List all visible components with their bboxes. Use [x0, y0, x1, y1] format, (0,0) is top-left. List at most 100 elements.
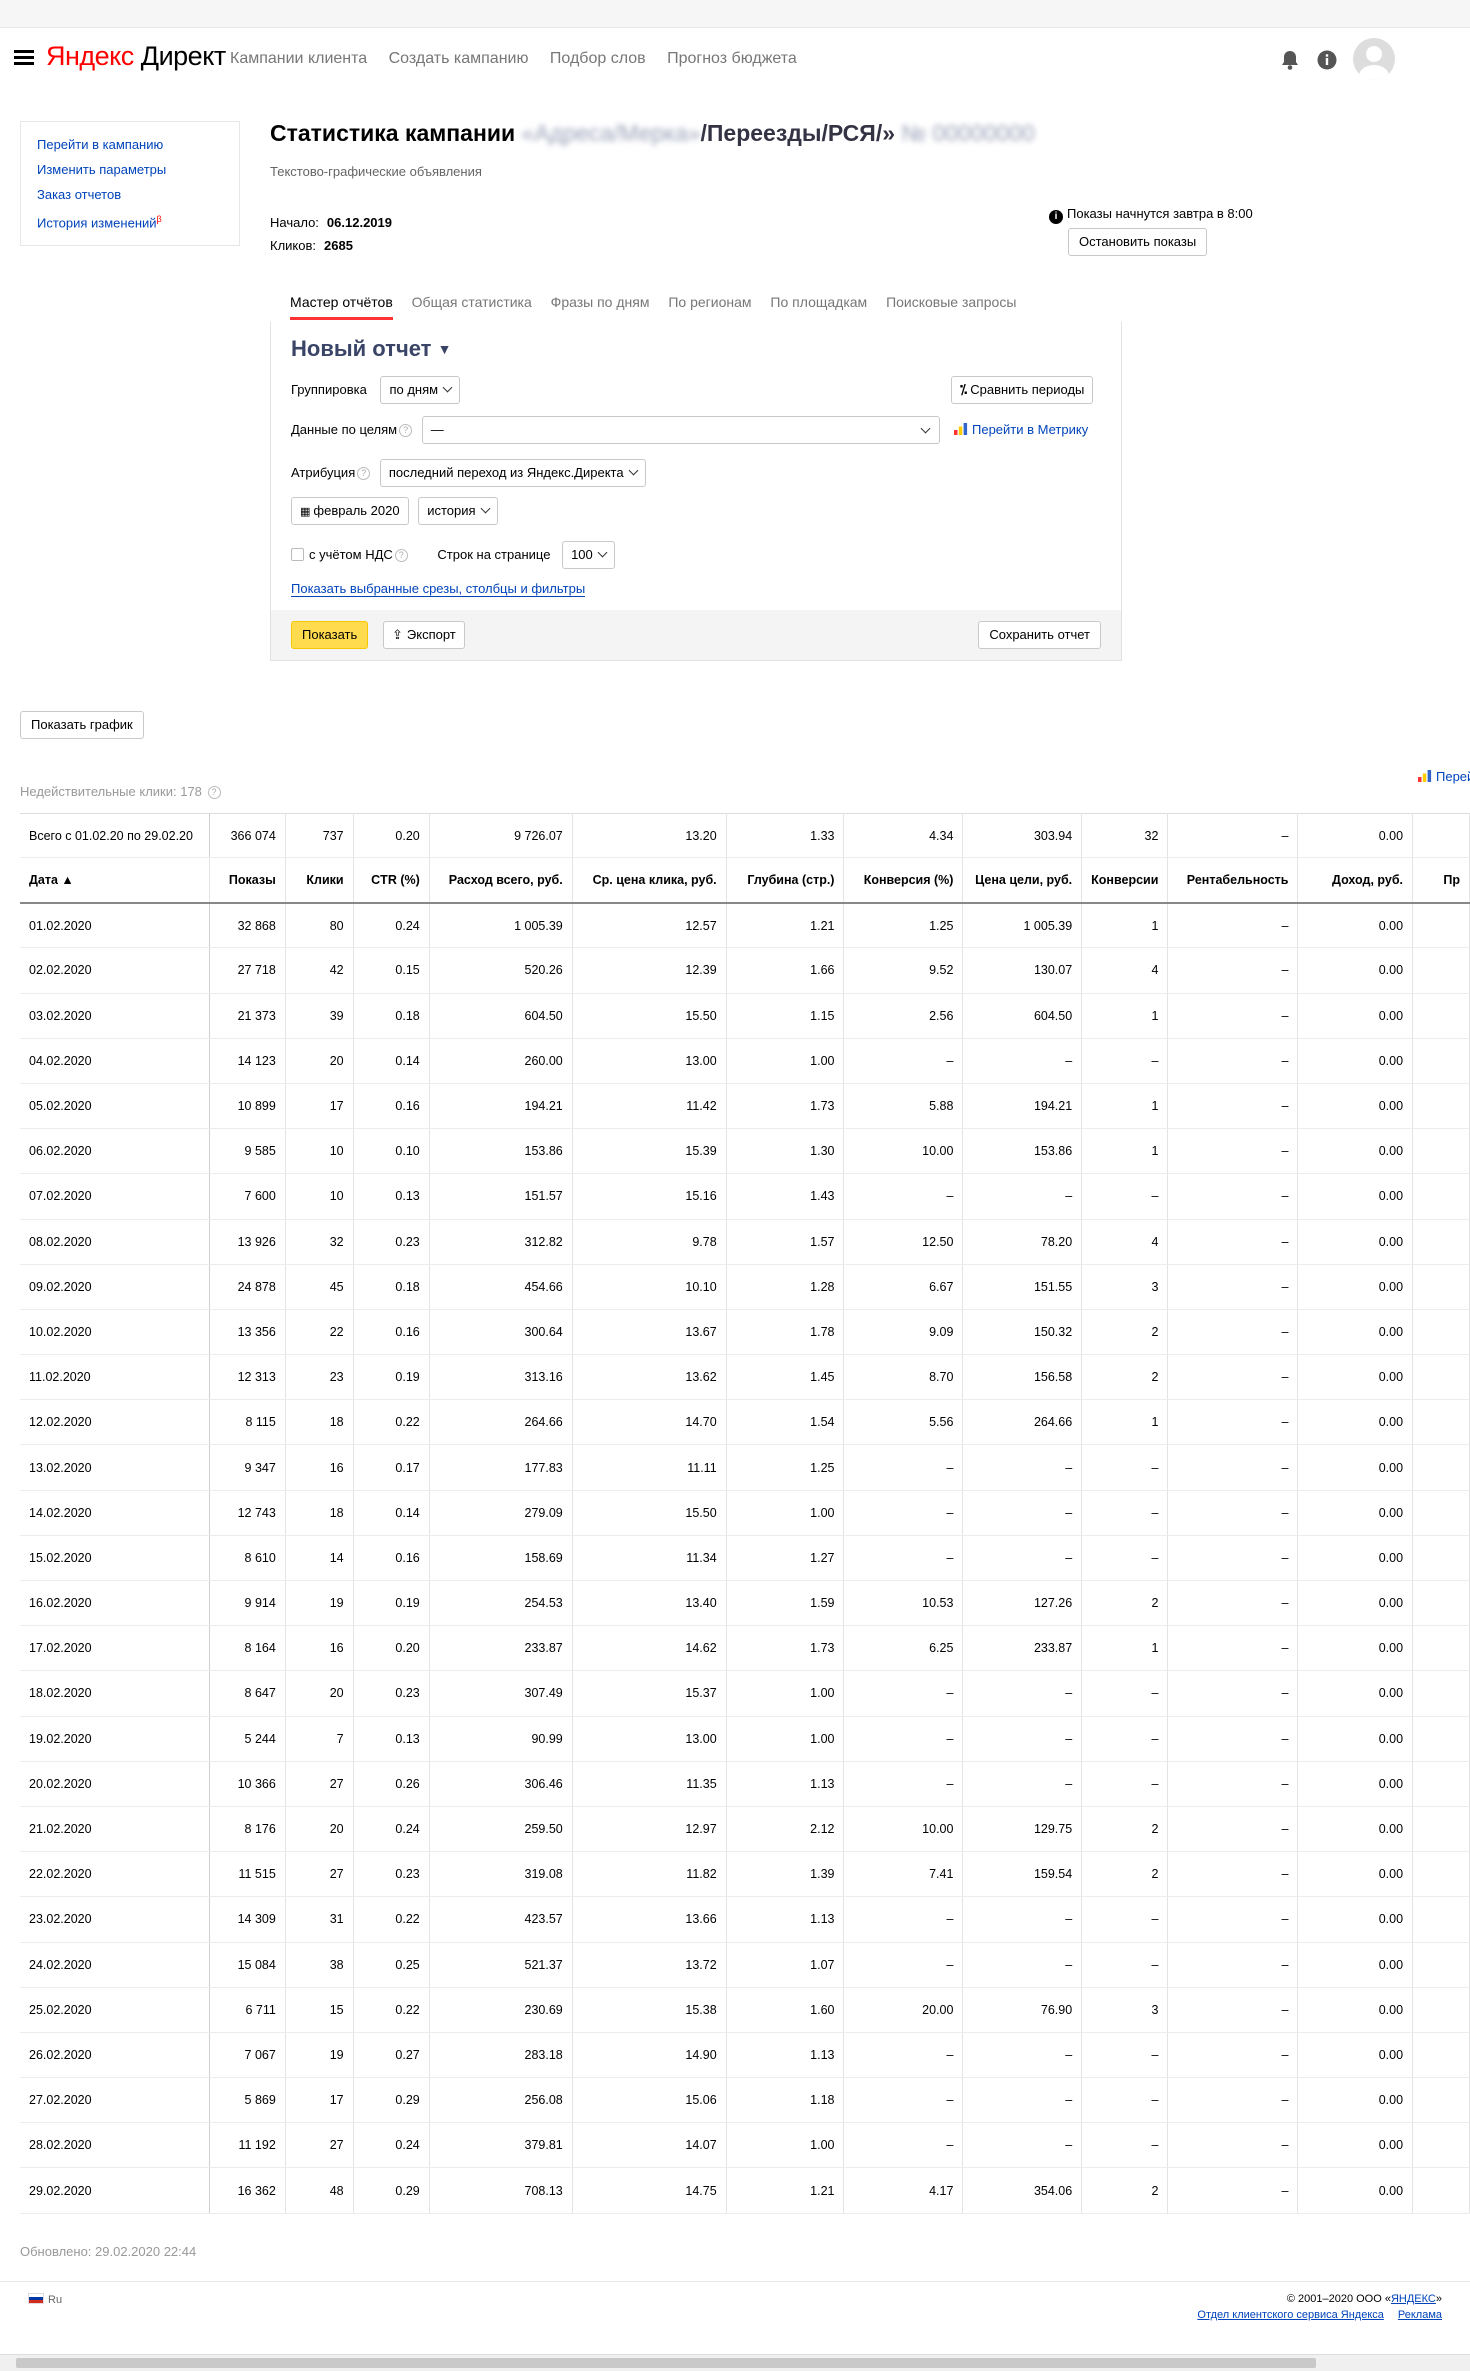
table-cell: 0.13: [353, 1716, 430, 1762]
column-header[interactable]: Дата ▲: [20, 857, 210, 904]
table-cell: –: [1167, 1761, 1299, 1807]
column-header[interactable]: Клики: [285, 857, 354, 904]
tab-search-queries[interactable]: Поисковые запросы: [886, 294, 1016, 317]
show-slices-link[interactable]: Показать выбранные срезы, столбцы и филь…: [291, 581, 586, 597]
table-cell: 01.02.2020: [20, 902, 210, 949]
stop-ads-button[interactable]: Остановить показы: [1068, 228, 1208, 256]
table-cell: 8 647: [209, 1670, 286, 1717]
goals-select[interactable]: —: [421, 416, 940, 444]
bell-icon[interactable]: [1279, 49, 1301, 71]
tab-phrases-by-day[interactable]: Фразы по дням: [551, 294, 650, 317]
tab-by-region[interactable]: По регионам: [668, 294, 751, 317]
vat-checkbox[interactable]: [291, 548, 304, 561]
logo[interactable]: Яндекс Директ: [46, 41, 226, 72]
column-header[interactable]: Расход всего, руб.: [429, 857, 573, 904]
table-cell: 0.26: [353, 1761, 430, 1807]
table-cell: 127.26: [962, 1580, 1083, 1627]
show-report-button[interactable]: Показать: [291, 621, 369, 649]
table-cell: 153.86: [429, 1128, 573, 1175]
table-cell: 26.02.2020: [20, 2032, 210, 2079]
language-switcher[interactable]: Ru: [28, 2293, 62, 2306]
info-icon[interactable]: [1316, 49, 1338, 71]
history-select[interactable]: история: [418, 497, 498, 525]
help-icon[interactable]: ?: [357, 467, 371, 480]
grouping-select[interactable]: по дням: [380, 376, 461, 404]
attribution-select[interactable]: последний переход из Яндекс.Директа: [379, 459, 646, 487]
history-select-value: история: [427, 503, 476, 518]
column-header[interactable]: CTR (%): [353, 857, 430, 904]
support-link[interactable]: Отдел клиентского сервиса Яндекса: [1197, 2309, 1383, 2321]
link-go-to-campaign[interactable]: Перейти в кампанию: [37, 132, 223, 157]
column-header[interactable]: Доход, руб.: [1297, 857, 1414, 904]
column-header[interactable]: Конверсии: [1081, 857, 1169, 904]
table-cell: 7 600: [209, 1173, 286, 1220]
table-cell: 11.11: [572, 1444, 727, 1491]
table-cell: 29.02.2020: [20, 2167, 210, 2214]
metrika-link-right[interactable]: Перей: [1418, 769, 1470, 784]
table-cell: 1.43: [726, 1173, 845, 1220]
column-header[interactable]: Конверсия (%): [843, 857, 964, 904]
table-cell: –: [843, 1173, 964, 1220]
scrollbar-thumb[interactable]: [16, 2358, 1316, 2368]
table-cell: –: [962, 1490, 1083, 1536]
column-header[interactable]: Глубина (стр.): [726, 857, 845, 904]
table-cell: 17.02.2020: [20, 1625, 210, 1672]
table-cell: –: [1167, 947, 1299, 994]
table-cell: –: [962, 2032, 1083, 2079]
link-order-reports[interactable]: Заказ отчетов: [37, 182, 223, 207]
nav-word-selection[interactable]: Подбор слов: [550, 50, 646, 67]
goals-select-value: —: [430, 422, 444, 437]
help-icon[interactable]: ?: [207, 786, 221, 799]
table-cell: –: [962, 1670, 1083, 1717]
table-cell: 10.02.2020: [20, 1309, 210, 1356]
column-header[interactable]: Цена цели, руб.: [962, 857, 1083, 904]
horizontal-scrollbar[interactable]: [0, 2354, 1470, 2371]
report-title[interactable]: Новый отчет ▼: [291, 336, 451, 362]
table-cell: 13.00: [572, 1038, 727, 1084]
ads-link[interactable]: Реклама: [1398, 2309, 1442, 2321]
nav-budget-forecast[interactable]: Прогноз бюджета: [667, 50, 797, 67]
table-cell: –: [843, 1716, 964, 1762]
table-cell: 32 868: [209, 902, 286, 949]
show-graph-button[interactable]: Показать график: [20, 711, 144, 739]
column-header[interactable]: Показы: [209, 857, 286, 904]
table-cell: 32: [285, 1219, 354, 1265]
link-change-history[interactable]: История измененийβ: [37, 207, 223, 235]
table-cell: 2: [1081, 1851, 1169, 1898]
period-picker[interactable]: ▦ февраль 2020: [291, 497, 409, 525]
tab-by-platform[interactable]: По площадкам: [770, 294, 867, 317]
table-cell: –: [1167, 1851, 1299, 1898]
metrika-link[interactable]: Перейти в Метрику: [954, 422, 1088, 437]
export-button[interactable]: ⇪ Экспорт: [383, 621, 465, 649]
tab-report-master[interactable]: Мастер отчётов: [290, 294, 393, 320]
link-edit-params[interactable]: Изменить параметры: [37, 157, 223, 182]
table-cell: 230.69: [429, 1987, 573, 2033]
help-icon[interactable]: ?: [399, 424, 413, 437]
column-header[interactable]: Ср. цена клика, руб.: [572, 857, 727, 904]
save-report-button[interactable]: Сохранить отчет: [978, 621, 1101, 649]
column-header[interactable]: Пр: [1412, 857, 1470, 904]
title-campaign-id: № 00000000: [901, 120, 1035, 146]
table-cell: 80: [285, 902, 354, 949]
table-cell: [1412, 1264, 1470, 1310]
table-cell: [1412, 2077, 1470, 2124]
nav-create-campaign[interactable]: Создать кампанию: [389, 50, 529, 67]
goals-label: Данные по целям: [291, 422, 398, 437]
table-cell: 20.00: [843, 1987, 964, 2033]
table-cell: 7 067: [209, 2032, 286, 2079]
yandex-link[interactable]: ЯНДЕКС: [1391, 2293, 1436, 2305]
compare-periods-button[interactable]: ⁒ Сравнить периоды: [951, 376, 1094, 404]
campaign-meta: Начало: 06.12.2019 Кликов: 2685: [270, 211, 392, 257]
user-avatar[interactable]: [1353, 38, 1395, 80]
table-cell: 0.25: [353, 1942, 430, 1988]
table-row: 23.02.2020 14 309 31 0.22 423.57 13.66 1.13– – –…: [20, 1896, 1470, 1943]
table-cell: 10: [285, 1128, 354, 1175]
tab-general-stats[interactable]: Общая статистика: [412, 294, 532, 317]
column-header[interactable]: Рентабельность: [1167, 857, 1299, 904]
help-icon[interactable]: ?: [394, 549, 408, 562]
rows-per-page-select[interactable]: 100: [562, 541, 615, 569]
menu-icon[interactable]: [14, 48, 34, 68]
flag-ru-icon: [28, 2293, 44, 2304]
table-cell: 13.62: [572, 1354, 727, 1401]
nav-client-campaigns[interactable]: Кампании клиента: [230, 50, 367, 67]
